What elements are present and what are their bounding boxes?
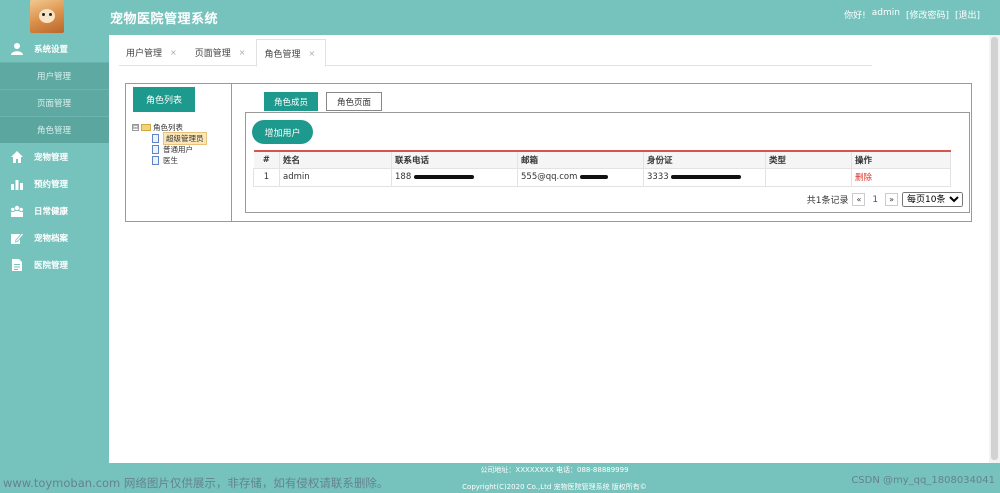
table-header-row: # 姓名 联系电话 邮箱 身份证 类型 操作 [253, 150, 951, 169]
greeting-text: 你好! [844, 11, 866, 21]
cell-action: 删除 [851, 167, 951, 187]
panel-divider [231, 84, 232, 221]
system-title: 宠物医院管理系统 [110, 12, 219, 27]
tab-role-management[interactable]: 角色管理 × [256, 39, 327, 67]
tab-role-members[interactable]: 角色成员 [264, 92, 319, 111]
add-user-button[interactable]: 增加用户 [252, 120, 313, 144]
email-text: 555@qq.com [521, 172, 578, 182]
user-settings-icon [10, 42, 24, 56]
logo-avatar [30, 0, 64, 33]
sidebar-item-label: 日常健康 [34, 206, 69, 217]
column-header: # [253, 150, 280, 169]
tab-role-pages[interactable]: 角色页面 [326, 92, 383, 111]
footer-copyright: Copyright(C)2020 Co.,Ltd 宠物医院管理系统 版权所有© [462, 483, 647, 491]
sidebar-item-pet-records[interactable]: 宠物档案 [0, 224, 109, 251]
phone-text: 188 [395, 172, 412, 182]
document-icon [10, 258, 24, 272]
tab-user-management[interactable]: 用户管理 × [119, 39, 188, 66]
tree-item-normal-user[interactable]: 普通用户 [132, 144, 207, 155]
column-header: 邮箱 [517, 150, 644, 169]
sidebar-item-daily-health[interactable]: 日常健康 [0, 197, 109, 224]
sidebar-item-system-settings[interactable]: 系统设置 [0, 35, 109, 62]
sidebar-subitem-role-management[interactable]: 角色管理 [0, 116, 109, 143]
collapse-icon[interactable]: ⊟ [132, 124, 139, 131]
total-records: 共1条记录 [806, 196, 849, 206]
cell-email: 555@qq.com [517, 167, 644, 187]
close-icon[interactable]: × [308, 49, 315, 58]
scrollbar-thumb[interactable] [991, 37, 998, 460]
tab-label: 用户管理 [126, 49, 163, 59]
cell-type [765, 167, 852, 187]
redaction-mark [580, 174, 609, 179]
role-panel: 角色列表 ⊟ 角色列表 超级管理员 普通用户 医生 角色成员 角色页面 增加用户… [125, 83, 972, 222]
role-members-box: 增加用户 # 姓名 联系电话 邮箱 身份证 类型 操作 1 admin 188 … [245, 112, 970, 213]
tree-item-doctor[interactable]: 医生 [132, 155, 207, 166]
sidebar-item-label: 宠物档案 [34, 233, 69, 244]
top-bar: 宠物医院管理系统 你好! admin [修改密码] [退出] [0, 0, 1000, 35]
tree-item-label: 医生 [163, 156, 178, 165]
sidebar-item-pet-management[interactable]: 宠物管理 [0, 143, 109, 170]
edit-icon [10, 231, 24, 245]
sidebar-subitem-user-management[interactable]: 用户管理 [0, 62, 109, 89]
role-list-button[interactable]: 角色列表 [133, 87, 195, 112]
folder-icon [141, 124, 151, 131]
tab-page-management[interactable]: 页面管理 × [188, 39, 257, 66]
username-text: admin [871, 8, 900, 18]
logout-link[interactable]: [退出] [955, 8, 980, 21]
group-icon [10, 204, 24, 218]
delete-link[interactable]: 删除 [855, 173, 872, 183]
main-content: 用户管理 × 页面管理 × 角色管理 × 角色列表 ⊟ 角色列表 超级管理员 普… [109, 35, 1000, 463]
sidebar: 系统设置 用户管理 页面管理 角色管理 宠物管理 预约管理 日常健康 宠物档案 … [0, 35, 109, 493]
pagination: 共1条记录 « 1 » 每页10条 [807, 192, 963, 207]
cell-id-card: 3333 [643, 167, 766, 187]
current-page[interactable]: 1 [869, 195, 881, 205]
footer: 公司地址：XXXXXXXX 电话：088-88889999 Copyright(… [109, 463, 1000, 493]
close-icon[interactable]: × [170, 48, 177, 57]
tree-item-label: 普通用户 [163, 145, 193, 154]
id-card-text: 3333 [647, 172, 669, 182]
file-icon [152, 134, 159, 143]
footer-address: 公司地址：XXXXXXXX 电话：088-88889999 [480, 466, 629, 474]
sidebar-item-label: 宠物管理 [34, 152, 69, 163]
sidebar-item-appointments[interactable]: 预约管理 [0, 170, 109, 197]
next-page-button[interactable]: » [885, 193, 898, 206]
table-row: 1 admin 188 555@qq.com 3333 删除 [253, 167, 951, 187]
tab-label: 角色管理 [264, 49, 301, 60]
cell-name: admin [279, 167, 392, 187]
prev-page-button[interactable]: « [852, 193, 866, 206]
column-header: 操作 [851, 150, 951, 169]
home-icon [10, 150, 24, 164]
tab-label: 页面管理 [194, 49, 231, 59]
members-table: # 姓名 联系电话 邮箱 身份证 类型 操作 1 admin 188 555@q… [253, 150, 951, 187]
cell-index: 1 [253, 167, 280, 187]
user-area: 你好! admin [修改密码] [退出] [844, 8, 980, 21]
cell-phone: 188 [391, 167, 518, 187]
column-header: 联系电话 [391, 150, 518, 169]
vertical-scrollbar[interactable] [989, 35, 1000, 463]
change-password-link[interactable]: [修改密码] [906, 8, 949, 21]
sidebar-subitem-page-management[interactable]: 页面管理 [0, 89, 109, 116]
role-tree: ⊟ 角色列表 超级管理员 普通用户 医生 [132, 122, 207, 166]
role-inner-tabs: 角色成员 角色页面 [264, 92, 383, 111]
tree-item-super-admin[interactable]: 超级管理员 [132, 132, 207, 145]
close-icon[interactable]: × [239, 48, 246, 57]
sidebar-item-label: 预约管理 [34, 179, 69, 190]
column-header: 身份证 [643, 150, 766, 169]
sidebar-item-label: 系统设置 [34, 44, 69, 55]
redaction-mark [413, 174, 474, 179]
page-size-select[interactable]: 每页10条 [902, 192, 963, 207]
column-header: 类型 [765, 150, 852, 169]
sidebar-item-label: 医院管理 [34, 260, 69, 271]
file-icon [152, 156, 159, 165]
bar-chart-icon [10, 177, 24, 191]
column-header: 姓名 [279, 150, 392, 169]
file-icon [152, 145, 159, 154]
page-tabs: 用户管理 × 页面管理 × 角色管理 × [119, 39, 872, 67]
redaction-mark [671, 174, 742, 179]
sidebar-item-hospital-management[interactable]: 医院管理 [0, 251, 109, 278]
